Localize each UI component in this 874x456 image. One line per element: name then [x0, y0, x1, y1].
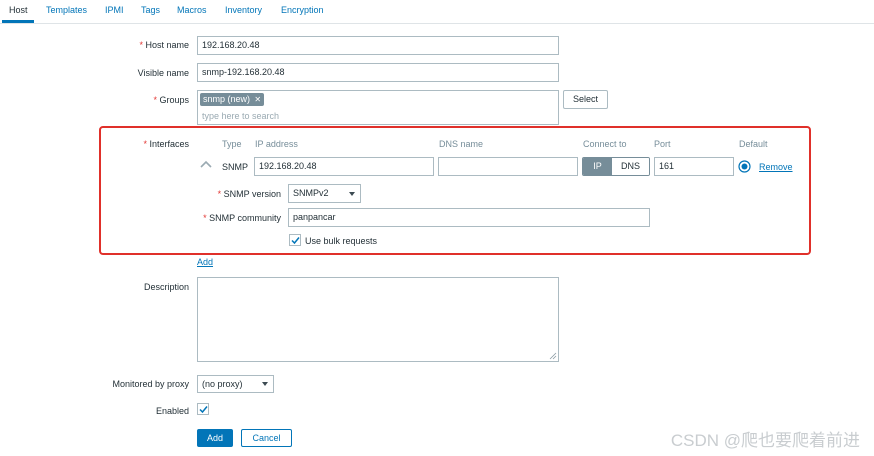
select-button[interactable]: Select: [563, 90, 608, 109]
cancel-button[interactable]: Cancel: [241, 429, 292, 447]
radio-selected-icon[interactable]: [738, 160, 751, 173]
col-connect-to: Connect to: [583, 139, 627, 149]
snmp-community-label: * SNMP community: [203, 213, 281, 223]
groups-search-input[interactable]: type here to search: [202, 111, 279, 121]
group-tag-label: snmp (new): [203, 94, 251, 104]
chevron-down-icon: [262, 382, 268, 386]
proxy-value: (no proxy): [202, 379, 243, 389]
snmp-version-label: * SNMP version: [217, 189, 281, 199]
interfaces-label: * Interfaces: [143, 139, 189, 149]
interface-port-input[interactable]: 161: [654, 157, 734, 176]
tab-tags[interactable]: Tags: [141, 5, 160, 15]
tab-encryption[interactable]: Encryption: [281, 5, 324, 15]
col-port: Port: [654, 139, 671, 149]
tab-templates[interactable]: Templates: [46, 5, 87, 15]
tab-inventory[interactable]: Inventory: [225, 5, 262, 15]
snmp-community-input[interactable]: panpancar: [288, 208, 650, 227]
description-textarea[interactable]: [197, 277, 559, 362]
chevron-up-icon[interactable]: [200, 160, 212, 168]
tab-ipmi[interactable]: IPMI: [105, 5, 124, 15]
col-dns-name: DNS name: [439, 139, 484, 149]
visible-name-label: Visible name: [137, 68, 189, 78]
connect-to-toggle: IP DNS: [582, 157, 650, 176]
host-name-label: * Host name: [139, 40, 189, 50]
chevron-down-icon: [349, 192, 355, 196]
tab-macros[interactable]: Macros: [177, 5, 207, 15]
checkmark-icon: [199, 406, 208, 414]
groups-label: * Groups: [153, 95, 189, 105]
enabled-checkbox[interactable]: [197, 403, 209, 415]
col-ip-address: IP address: [255, 139, 298, 149]
tab-host[interactable]: Host: [9, 5, 28, 15]
description-label: Description: [143, 282, 189, 292]
enabled-label: Enabled: [155, 406, 189, 416]
bulk-requests-checkbox[interactable]: [289, 234, 301, 246]
bulk-requests-label: Use bulk requests: [305, 236, 378, 246]
interface-ip-input[interactable]: 192.168.20.48: [254, 157, 434, 176]
col-default: Default: [739, 139, 768, 149]
active-tab-indicator: [2, 20, 34, 23]
connect-ip-button[interactable]: IP: [583, 158, 612, 175]
tab-bar: Host Templates IPMI Tags Macros Inventor…: [0, 0, 874, 24]
groups-multiselect[interactable]: snmp (new) ✕ type here to search: [197, 90, 559, 125]
proxy-label: Monitored by proxy: [112, 379, 189, 389]
add-button[interactable]: Add: [197, 429, 233, 447]
watermark: CSDN @爬也要爬着前进: [670, 431, 860, 450]
add-interface-link[interactable]: Add: [197, 257, 213, 267]
host-name-input[interactable]: 192.168.20.48: [197, 36, 559, 55]
visible-name-input[interactable]: snmp-192.168.20.48: [197, 63, 559, 82]
connect-dns-button[interactable]: DNS: [612, 158, 649, 175]
snmp-version-value: SNMPv2: [293, 188, 329, 198]
close-icon[interactable]: ✕: [254, 93, 261, 106]
remove-interface-link[interactable]: Remove: [759, 162, 793, 172]
checkmark-icon: [291, 237, 300, 245]
interface-type: SNMP: [222, 162, 249, 172]
resize-grip-icon[interactable]: [549, 352, 557, 360]
group-tag: snmp (new) ✕: [200, 93, 265, 106]
col-type: Type: [222, 139, 242, 149]
interface-dns-input[interactable]: [438, 157, 578, 176]
